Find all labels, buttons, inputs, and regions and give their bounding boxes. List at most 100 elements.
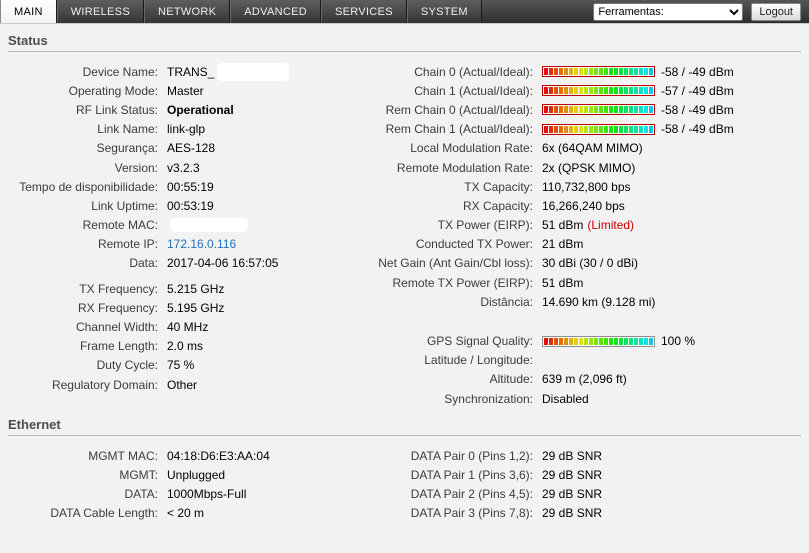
field-value-text: 00:53:19 [167,198,214,213]
signal-bar-segment [554,106,558,114]
signal-bar-segment [599,337,603,345]
status-row: TX Power (EIRP): 51 dBm (Limited) [368,216,801,235]
field-value-text: -57 / -49 dBm [661,83,734,98]
field-value: -58 / -49 dBm [542,65,734,79]
logout-button[interactable]: Logout [751,2,801,21]
signal-bar-segment [589,106,593,114]
field-value-text: 29 dB SNR [542,487,603,502]
field-label: Synchronization: [444,391,533,406]
signal-bar-segment [609,87,613,95]
signal-bar-segment [579,68,583,76]
signal-bar-segment [599,125,603,133]
signal-bar-segment [549,87,553,95]
status-row: Chain 1 (Actual/Ideal): -57 / -49 dBm [368,81,801,100]
ethernet-row: DATA Pair 0 (Pins 1,2): 29 dB SNR [368,446,801,465]
nav-tabs: MAIN WIRELESS NETWORK ADVANCED SERVICES SYSTE… [0,0,482,23]
tab-advanced[interactable]: ADVANCED [230,0,321,23]
signal-bar-segment [589,337,593,345]
signal-bar-segment [644,106,648,114]
field-value: 40 MHz [167,320,208,334]
field-value: AES-128 [167,141,215,155]
field-value: 29 dB SNR [542,468,602,482]
field-value-text: 16,266,240 bps [542,198,625,213]
signal-bar-segment [599,87,603,95]
status-row: TX Capacity: 110,732,800 bps [368,177,801,196]
field-value-text: 1000Mbps-Full [167,487,247,502]
field-value-text: 51 dBm [542,275,584,290]
signal-bar-segment [594,106,598,114]
signal-bar-segment [624,106,628,114]
field-value-text: 6x (64QAM MIMO) [542,141,643,156]
field-value: 5.215 GHz [167,282,224,296]
field-value-text: 75 % [167,358,195,373]
signal-bar-segment [594,68,598,76]
signal-bar-segment [619,106,623,114]
field-value: 21 dBm [542,237,583,251]
ethernet-row: DATA Pair 2 (Pins 4,5): 29 dB SNR [368,485,801,504]
signal-bar-segment [584,87,588,95]
signal-bar-segment [559,337,563,345]
status-right-column: Chain 0 (Actual/Ideal): -58 / -49 dBm Chai… [368,62,801,408]
signal-bar-segment [599,68,603,76]
tab-wireless[interactable]: WIRELESS [56,0,144,23]
field-label: Link Uptime: [91,198,158,213]
signal-bar-segment [549,68,553,76]
status-row: Remote Modulation Rate: 2x (QPSK MIMO) [368,158,801,177]
signal-bar-segment [589,125,593,133]
field-value: -58 / -49 dBm [542,122,734,136]
signal-bar-segment [574,337,578,345]
tab-system[interactable]: SYSTEM [406,0,482,23]
field-value-text: -58 / -49 dBm [661,64,734,79]
signal-bar-segment [624,87,628,95]
status-section-title: Status [8,33,48,48]
signal-bar-segment [614,125,618,133]
signal-bar-segment [634,337,638,345]
field-value-text: 2x (QPSK MIMO) [542,160,636,175]
field-value-text: -58 / -49 dBm [661,102,734,117]
field-label: Tempo de disponibilidade: [19,179,158,194]
signal-bar-segment [569,68,573,76]
status-row: Remote TX Power (EIRP): 51 dBm [368,273,801,292]
signal-bar-segment [634,87,638,95]
signal-bar-segment [584,125,588,133]
field-label: Distância: [480,294,533,309]
signal-bar-segment [629,68,633,76]
field-value-text: 110,732,800 bps [542,179,631,194]
status-row: Device Name: TRANS_ [8,62,368,81]
tab-services[interactable]: SERVICES [321,0,407,23]
field-value: 6x (64QAM MIMO) [542,141,643,155]
signal-bar-segment [614,68,618,76]
signal-bar-segment [569,125,573,133]
tab-network[interactable]: NETWORK [143,0,231,23]
signal-bar-segment [569,106,573,114]
field-value-text: 21 dBm [542,237,584,252]
tools-dropdown[interactable]: Ferramentas: [593,2,744,21]
signal-bar-segment [584,68,588,76]
field-value: 30 dBi (30 / 0 dBi) [542,256,638,270]
field-value: 51 dBm (Limited) [542,218,634,232]
field-value: 2.0 ms [167,339,203,353]
tab-main[interactable]: MAIN [0,0,57,23]
signal-bar-segment [564,337,568,345]
signal-bar-segment [564,106,568,114]
remote-ip-link[interactable]: 172.16.0.116 [167,237,236,251]
field-label: Net Gain (Ant Gain/Cbl loss): [378,256,533,271]
field-value: v3.2.3 [167,161,200,175]
status-row: Link Uptime: 00:53:19 [8,196,368,215]
field-label: Duty Cycle: [96,358,158,373]
field-value: Unplugged [167,468,225,482]
field-label: TX Frequency: [79,281,158,296]
status-row: Conducted TX Power: 21 dBm [368,235,801,254]
field-label: Remote TX Power (EIRP): [392,275,533,290]
signal-bar-segment [604,125,608,133]
field-value-text: v3.2.3 [167,160,200,175]
field-value: 29 dB SNR [542,487,602,501]
status-row: Remote MAC: [8,216,368,235]
signal-bar-segment [549,125,553,133]
field-label: Frame Length: [79,339,158,354]
signal-bar-segment [619,68,623,76]
signal-bar-segment [559,87,563,95]
signal-bar-segment [594,337,598,345]
field-label: RX Capacity: [462,198,533,213]
field-value: 16,266,240 bps [542,199,625,213]
